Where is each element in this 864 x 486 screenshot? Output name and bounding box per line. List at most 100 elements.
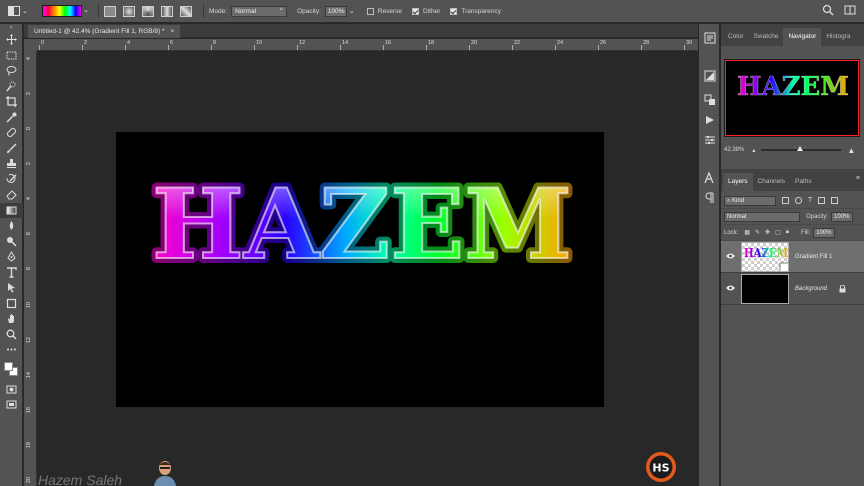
zoom-slider[interactable] (761, 146, 842, 151)
reverse-check-box[interactable] (366, 7, 374, 15)
type-filter-icon[interactable]: T (808, 197, 812, 204)
paragraph-panel-icon[interactable] (699, 188, 721, 208)
collapse-arrows-icon[interactable]: » (0, 24, 22, 32)
tab-layers[interactable]: Layers (723, 173, 753, 191)
history-panel-icon[interactable] (699, 28, 721, 48)
blend-mode-select[interactable]: Normal (724, 211, 800, 222)
eyedropper-tool-icon[interactable] (0, 110, 23, 126)
linear-gradient-button[interactable] (104, 5, 116, 17)
tab-histogram[interactable]: Histogra (821, 28, 855, 46)
dither-label: Dither (423, 7, 441, 15)
layer-opacity-input[interactable]: 100% (831, 211, 854, 222)
brush-tool-icon[interactable] (0, 141, 23, 157)
zoom-slider-handle[interactable] (797, 146, 804, 151)
actions-panel-icon[interactable] (699, 110, 721, 130)
document-tab[interactable]: Untitled-1 @ 42.4% (Gradient Fill 1, RGB… (28, 25, 181, 38)
lock-all-icon[interactable]: 🔒︎ (786, 229, 789, 236)
type-tool-icon[interactable] (0, 265, 23, 281)
layer-thumbnail-text: HAZEM (744, 246, 788, 260)
tab-channels[interactable]: Channels (753, 173, 790, 191)
marquee-tool-icon[interactable] (0, 48, 23, 64)
more-tools-icon[interactable] (0, 342, 23, 358)
opacity-label: Opacity: (297, 7, 321, 15)
lock-transparent-icon[interactable]: ▦ (744, 229, 750, 236)
mode-select[interactable]: Normal (231, 4, 288, 17)
horizontal-ruler[interactable]: 0 2 4 6 8 10 12 14 16 18 20 22 24 26 28 30 (37, 39, 716, 51)
opacity-input[interactable]: 100% (324, 5, 347, 17)
filter-kind-select[interactable]: ⌕ Kind (724, 195, 776, 206)
layer-thumbnail[interactable]: HAZEM (741, 241, 789, 272)
zoom-out-icon[interactable]: ▴ (752, 147, 755, 154)
radial-gradient-button[interactable] (123, 5, 135, 17)
lock-pixels-icon[interactable]: ✎ (755, 229, 760, 236)
dodge-tool-icon[interactable] (0, 234, 23, 250)
adjustments-panel-icon[interactable] (699, 66, 721, 86)
tab-swatches[interactable]: Swatche (749, 28, 784, 46)
layer-row-background[interactable]: Background (721, 273, 864, 305)
navigator-preview[interactable]: HAZEM (724, 59, 860, 137)
fill-input[interactable]: 100% (813, 227, 836, 238)
layer-thumbnail[interactable] (741, 273, 789, 304)
visibility-eye-icon[interactable] (721, 285, 739, 293)
character-panel-icon[interactable] (699, 168, 721, 188)
panel-menu-icon[interactable]: ≡ (856, 175, 860, 182)
swatches-panel-icon[interactable] (699, 90, 721, 110)
properties-panel-icon[interactable] (699, 130, 721, 150)
smart-object-filter-icon[interactable] (831, 197, 839, 204)
quick-mask-icon[interactable] (0, 382, 23, 398)
navigator-view-box[interactable] (725, 60, 859, 136)
ruler-top-label: 22 (514, 40, 521, 46)
hand-tool-icon[interactable] (0, 311, 23, 327)
visibility-eye-icon[interactable] (721, 253, 739, 261)
screen-mode-icon[interactable] (0, 397, 23, 413)
opacity-chevron-icon[interactable]: ⌄ (349, 7, 355, 15)
gradient-picker-chevron-icon[interactable]: ⌄ (83, 5, 93, 17)
adjustment-filter-icon[interactable] (795, 197, 802, 204)
reverse-checkbox[interactable]: Reverse (366, 7, 402, 15)
dither-check-box[interactable] (412, 7, 420, 15)
move-tool-icon[interactable] (0, 32, 23, 48)
transparency-checkbox[interactable]: Transparency (450, 7, 501, 15)
lock-artboard-icon[interactable]: ▢ (775, 229, 781, 236)
transparency-label: Transparency (461, 7, 501, 15)
tool-preset-picker[interactable]: ⌄ (8, 4, 30, 18)
stamp-tool-icon[interactable] (0, 156, 23, 172)
gradient-tool-button[interactable] (0, 202, 23, 218)
ruler-origin[interactable] (24, 39, 37, 51)
lock-position-icon[interactable]: ✥ (765, 229, 770, 236)
search-icon[interactable] (822, 4, 834, 16)
tab-color[interactable]: Color (723, 28, 749, 46)
layer-name-background[interactable]: Background (795, 286, 827, 292)
document-canvas[interactable]: HAZEM HAZEM HAZEM (116, 132, 604, 407)
zoom-in-icon[interactable]: ▲ (847, 146, 855, 155)
diamond-gradient-button[interactable] (180, 5, 192, 17)
close-tab-icon[interactable]: × (171, 25, 175, 38)
canvas-workspace[interactable]: HAZEM HAZEM HAZEM (38, 52, 716, 486)
shape-filter-icon[interactable] (818, 197, 826, 204)
dither-checkbox[interactable]: Dither (412, 7, 441, 15)
transparency-check-box[interactable] (450, 7, 458, 15)
zoom-tool-icon[interactable] (0, 327, 23, 343)
layer-row-gradient-fill[interactable]: HAZEM Gradient Fill 1 (721, 241, 864, 273)
gradient-preview[interactable] (42, 5, 82, 17)
history-brush-tool-icon[interactable] (0, 172, 23, 188)
vertical-ruler[interactable]: 4 2 0 2 4 6 8 10 12 14 16 18 20 (24, 51, 37, 486)
foreground-color-swatch[interactable] (4, 361, 13, 371)
layer-name-gradient-fill[interactable]: Gradient Fill 1 (795, 254, 832, 260)
reflected-gradient-button[interactable] (161, 5, 173, 17)
crop-tool-icon[interactable] (0, 94, 23, 110)
quick-selection-tool-icon[interactable] (0, 79, 23, 95)
angle-gradient-button[interactable] (142, 5, 154, 17)
rectangle-tool-icon[interactable] (0, 296, 23, 312)
path-selection-tool-icon[interactable] (0, 280, 23, 296)
tab-navigator[interactable]: Navigator (783, 28, 822, 46)
healing-brush-tool-icon[interactable] (0, 125, 23, 141)
tab-paths[interactable]: Paths (790, 173, 817, 191)
pixel-filter-icon[interactable] (782, 197, 789, 204)
eraser-tool-icon[interactable] (0, 187, 23, 203)
zoom-value[interactable]: 42.38% (724, 147, 744, 153)
blur-tool-icon[interactable] (0, 218, 23, 234)
lasso-tool-icon[interactable] (0, 63, 23, 79)
workspace-icon[interactable] (844, 4, 856, 16)
pen-tool-icon[interactable] (0, 249, 23, 265)
